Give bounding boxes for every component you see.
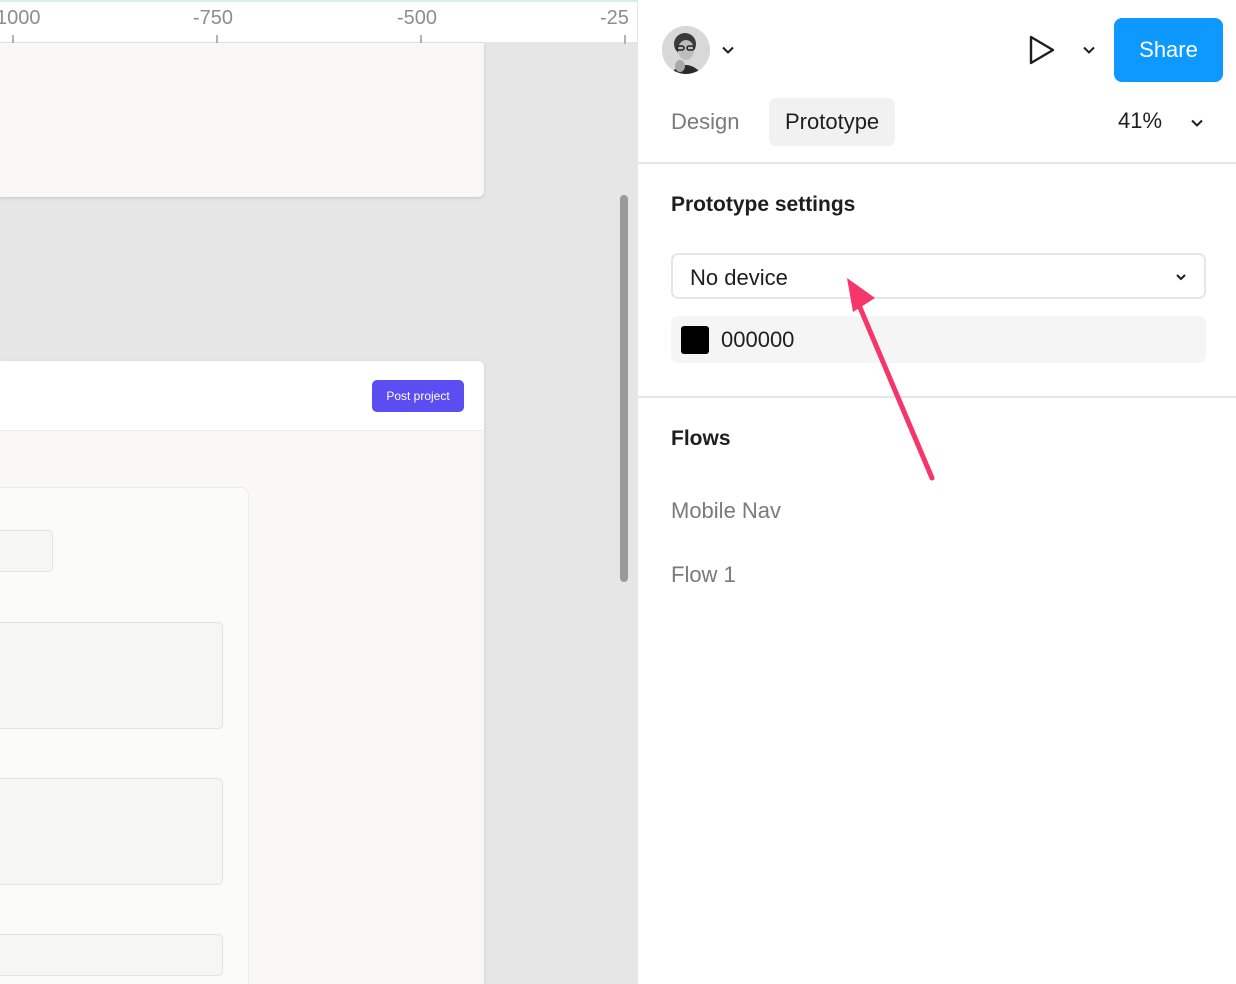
canvas-frame[interactable] — [0, 43, 484, 197]
color-swatch[interactable] — [681, 326, 709, 354]
share-button[interactable]: Share — [1114, 18, 1223, 82]
chevron-down-icon — [1176, 274, 1186, 281]
chevron-down-icon[interactable] — [1189, 115, 1205, 131]
form-field[interactable] — [0, 778, 223, 885]
horizontal-ruler: 1000 -750 -500 -25 — [0, 0, 637, 44]
flows-title: Flows — [671, 427, 731, 450]
form-field[interactable] — [0, 622, 223, 729]
form-card[interactable] — [0, 487, 249, 984]
user-avatar-icon — [662, 26, 710, 74]
form-field[interactable] — [0, 530, 53, 572]
avatar[interactable] — [662, 26, 710, 74]
post-project-button[interactable]: Post project — [372, 380, 464, 412]
chevron-down-icon[interactable] — [1081, 42, 1097, 58]
annotation-arrow-icon — [847, 278, 935, 481]
vertical-scrollbar[interactable] — [620, 195, 628, 582]
ruler-tick-label: -750 — [193, 7, 234, 29]
color-hex-value[interactable]: 000000 — [721, 327, 794, 353]
canvas-frame[interactable]: Post project — [0, 361, 484, 984]
tab-prototype[interactable]: Prototype — [769, 98, 896, 146]
flow-item-mobile-nav[interactable]: Mobile Nav — [671, 498, 781, 524]
flow-item-flow-1[interactable]: Flow 1 — [671, 562, 736, 588]
ruler-tick-label: -25 — [600, 7, 629, 29]
zoom-level[interactable]: 41% — [1118, 108, 1162, 134]
play-icon[interactable] — [1024, 33, 1058, 67]
section-divider — [638, 162, 1236, 164]
properties-panel: Share Design Prototype 41% Prototype set… — [637, 0, 1236, 984]
design-canvas[interactable]: 1000 -750 -500 -25 Post project — [0, 0, 637, 984]
ruler-tick — [624, 35, 626, 44]
device-select-value: No device — [690, 265, 788, 290]
ruler-tick-label: 1000 — [0, 7, 41, 29]
form-field[interactable] — [0, 934, 223, 976]
prototype-settings-title: Prototype settings — [671, 193, 856, 216]
ruler-tick-label: -500 — [397, 7, 438, 29]
frame-header: Post project — [0, 361, 484, 431]
tab-design[interactable]: Design — [671, 98, 739, 146]
chevron-down-icon[interactable] — [720, 42, 736, 58]
